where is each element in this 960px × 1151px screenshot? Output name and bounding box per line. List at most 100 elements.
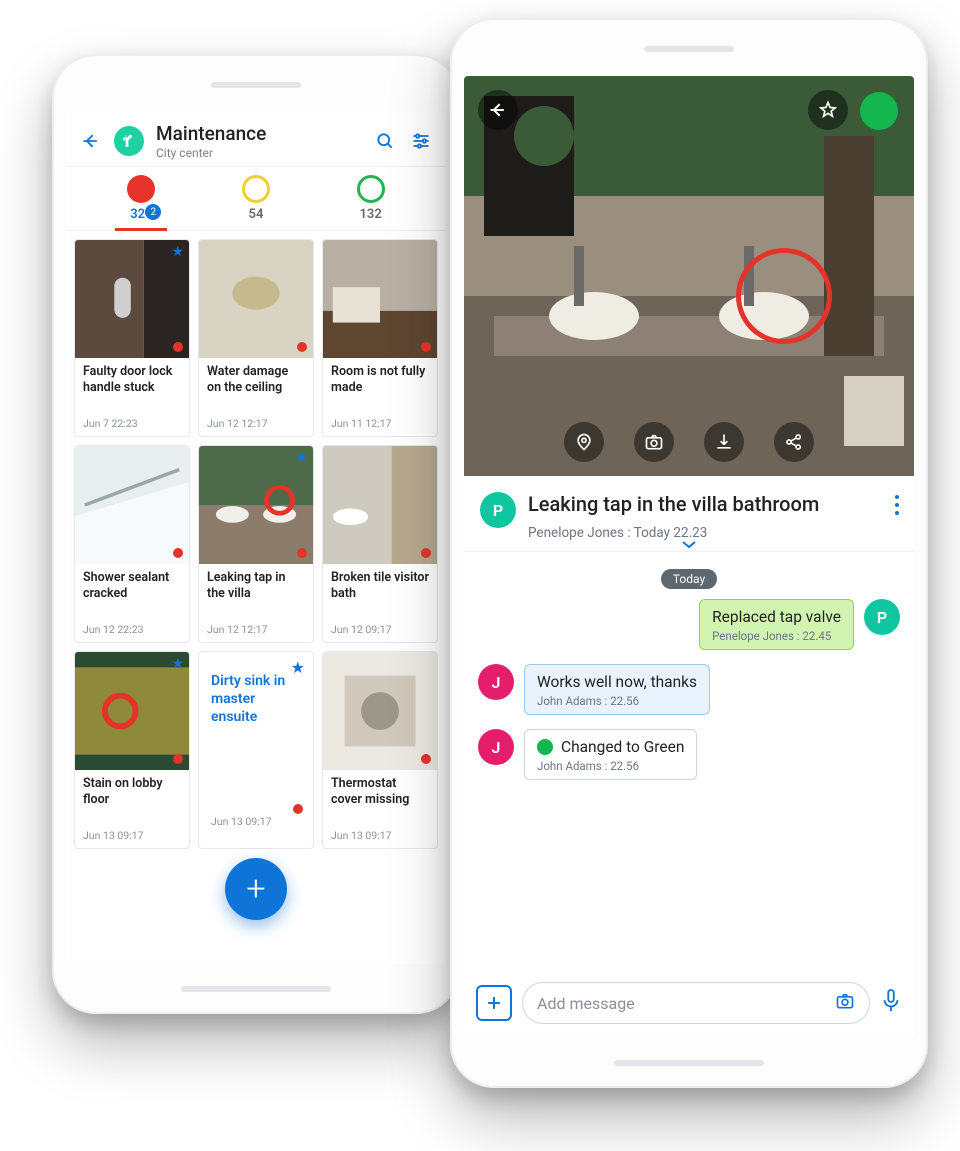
detail-screen: P Leaking tap in the villa bathroom Pene… <box>464 76 914 1038</box>
message-bubble: Changed to Green John Adams : 22.56 <box>524 729 697 780</box>
filter-red-icon: 2 <box>127 175 155 203</box>
message-avatar: J <box>478 664 514 700</box>
share-button[interactable] <box>774 422 814 462</box>
page-title: Maintenance <box>156 122 362 145</box>
issue-card[interactable]: ★ Stain on lobby floor Jun 13 09:17 <box>74 651 190 849</box>
filter-red-badge: 2 <box>145 204 161 220</box>
issue-grid: ★Faulty door lock handle stuckJun 7 22:2… <box>66 231 446 964</box>
issue-card-date: Jun 7 22:23 <box>83 417 181 430</box>
issue-card[interactable]: Broken tile visitor bathJun 12 09:17 <box>322 445 438 643</box>
device-right: P Leaking tap in the villa bathroom Pene… <box>450 18 928 1088</box>
status-dot-icon <box>173 548 183 558</box>
chat-message: P Replaced tap valve Penelope Jones : 22.4… <box>478 599 900 650</box>
issue-card[interactable]: Thermostat cover missingJun 13 09:17 <box>322 651 438 849</box>
issue-card-title: Dirty sink in master ensuite <box>211 672 301 811</box>
back-button[interactable] <box>78 128 104 154</box>
issue-header: P Leaking tap in the villa bathroom Pene… <box>464 476 914 552</box>
issue-card[interactable]: ★ Leaking tap in the villa Jun 12 12:17 <box>198 445 314 643</box>
message-text: Changed to Green <box>561 738 684 756</box>
filter-green-count: 132 <box>360 207 382 222</box>
chat-message: J Changed to Green John Adams : 22.56 <box>478 729 900 780</box>
message-meta: John Adams : 22.56 <box>537 759 684 773</box>
status-filter-bar: 2 321 54 132 <box>66 167 446 231</box>
message-avatar: J <box>478 729 514 765</box>
list-header: Maintenance City center <box>66 112 446 167</box>
filter-yellow-icon <box>242 175 270 203</box>
camera-icon[interactable] <box>835 991 855 1015</box>
message-avatar: P <box>864 599 900 635</box>
issue-status-indicator[interactable] <box>860 92 898 130</box>
status-dot-icon <box>421 342 431 352</box>
issue-card-title: Shower sealant cracked <box>83 570 181 619</box>
message-placeholder: Add message <box>537 994 635 1013</box>
issue-card-title: Room is not fully made <box>331 364 429 413</box>
location-button[interactable] <box>564 422 604 462</box>
issue-card[interactable]: ★Dirty sink in master ensuite Jun 13 09:1… <box>198 651 314 849</box>
status-dot-icon <box>537 739 553 755</box>
issue-thumbnail <box>323 240 437 358</box>
message-text: Works well now, thanks <box>537 673 697 691</box>
page-subtitle: City center <box>156 146 362 160</box>
issue-thumbnail <box>199 240 313 358</box>
filter-red[interactable]: 2 321 <box>127 175 155 230</box>
filter-green-icon <box>357 175 385 203</box>
issue-photo <box>464 76 914 476</box>
filter-green[interactable]: 132 <box>357 175 385 230</box>
issue-title: Leaking tap in the villa bathroom <box>528 492 898 517</box>
filter-yellow-count: 54 <box>249 207 264 222</box>
message-composer: Add message <box>464 972 914 1038</box>
star-icon: ★ <box>291 658 305 677</box>
star-icon: ★ <box>295 450 308 466</box>
favorite-button[interactable] <box>808 90 848 130</box>
status-dot-icon <box>297 548 307 558</box>
status-dot-icon <box>421 548 431 558</box>
issue-card[interactable]: Room is not fully madeJun 11 12:17 <box>322 239 438 437</box>
issue-thumbnail <box>75 446 189 564</box>
day-separator: Today <box>478 568 900 587</box>
filter-button[interactable] <box>408 128 434 154</box>
status-dot-icon <box>297 342 307 352</box>
status-dot-icon <box>293 804 303 814</box>
back-button[interactable] <box>478 90 518 130</box>
chat-message: J Works well now, thanksJohn Adams : 22.5… <box>478 664 900 715</box>
status-dot-icon <box>173 754 183 764</box>
issue-card-title: Stain on lobby floor <box>83 776 181 825</box>
issue-card-title: Leaking tap in the villa <box>207 570 305 619</box>
issue-card[interactable]: Water damage on the ceilingJun 12 12:17 <box>198 239 314 437</box>
download-button[interactable] <box>704 422 744 462</box>
category-avatar <box>114 126 144 156</box>
expand-button[interactable] <box>681 538 697 554</box>
issue-card[interactable]: ★Faulty door lock handle stuckJun 7 22:2… <box>74 239 190 437</box>
issue-card-date: Jun 12 12:17 <box>207 417 305 430</box>
reporter-avatar: P <box>480 492 516 528</box>
issue-card-date: Jun 12 22:23 <box>83 623 181 636</box>
filter-yellow[interactable]: 54 <box>242 175 270 230</box>
photo-action-bar <box>564 422 814 462</box>
issue-card-title: Thermostat cover missing <box>331 776 429 825</box>
star-icon: ★ <box>171 656 184 672</box>
message-bubble: Replaced tap valve Penelope Jones : 22.45 <box>699 599 854 650</box>
more-button[interactable] <box>894 494 900 520</box>
message-bubble: Works well now, thanksJohn Adams : 22.56 <box>524 664 710 715</box>
issue-thumbnail: ★ <box>199 446 313 564</box>
issue-card[interactable]: Shower sealant cracked Jun 12 22:23 <box>74 445 190 643</box>
photo-annotation-circle <box>736 248 832 344</box>
issue-thumbnail <box>323 446 437 564</box>
attach-button[interactable] <box>476 985 512 1021</box>
search-button[interactable] <box>372 128 398 154</box>
add-issue-button[interactable]: + <box>225 858 287 920</box>
message-text: Replaced tap valve <box>712 608 841 626</box>
status-dot-icon <box>173 342 183 352</box>
voice-button[interactable] <box>880 988 902 1018</box>
status-dot-icon <box>421 754 431 764</box>
issue-card-date: Jun 13 09:17 <box>83 829 181 842</box>
message-input[interactable]: Add message <box>522 982 870 1024</box>
camera-button[interactable] <box>634 422 674 462</box>
issue-thumbnail <box>323 652 437 770</box>
issue-card-date: Jun 12 12:17 <box>207 623 305 636</box>
device-left: Maintenance City center 2 321 54 <box>52 54 460 1014</box>
star-icon: ★ <box>171 244 184 260</box>
issue-thumbnail: ★ <box>75 652 189 770</box>
message-meta: Penelope Jones : 22.45 <box>712 629 841 643</box>
issue-card-date: Jun 13 09:17 <box>211 815 301 828</box>
